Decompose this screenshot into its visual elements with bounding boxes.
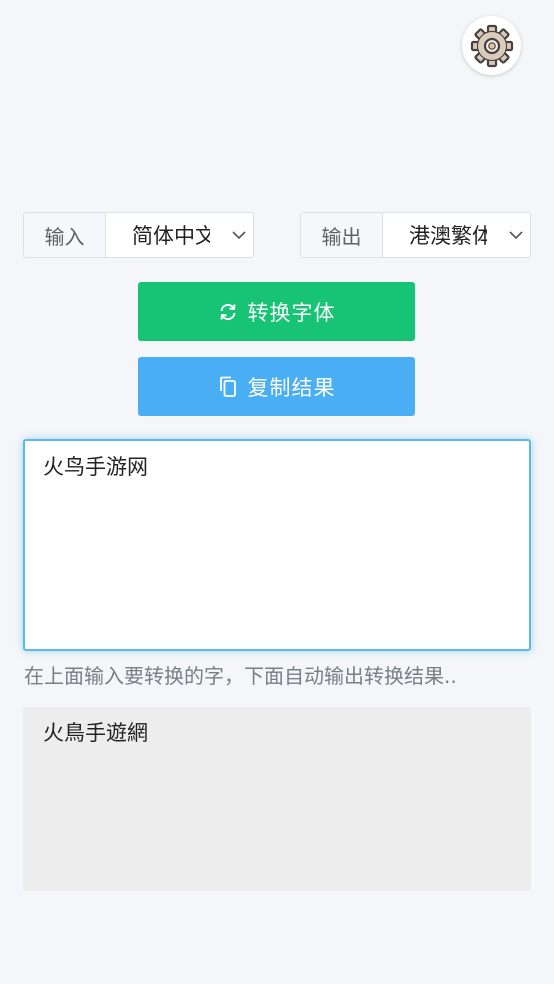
- output-language-value: 港澳繁体: [409, 224, 487, 248]
- convert-button-label: 转换字体: [247, 300, 336, 325]
- input-language-select[interactable]: 简体中文: [106, 213, 253, 257]
- copy-button-label: 复制结果: [247, 375, 336, 400]
- source-text-input[interactable]: 火鸟手游网: [23, 439, 531, 651]
- copy-icon: [219, 376, 236, 397]
- input-language-value: 简体中文: [132, 224, 210, 248]
- hint-text: 在上面输入要转换的字，下面自动输出转换结果..: [24, 664, 457, 688]
- output-language-select[interactable]: 港澳繁体: [383, 213, 530, 257]
- input-label: 输入: [24, 213, 106, 257]
- settings-button[interactable]: [462, 16, 521, 75]
- copy-result-button[interactable]: 复制结果: [138, 357, 415, 416]
- result-text-output[interactable]: 火鳥手遊網: [23, 707, 531, 891]
- output-label: 输出: [301, 213, 383, 257]
- convert-button[interactable]: 转换字体: [138, 282, 415, 341]
- input-language-group: 输入 简体中文: [23, 212, 254, 258]
- refresh-icon: [220, 303, 235, 320]
- chevron-down-icon: [231, 227, 247, 243]
- gear-icon: [470, 24, 513, 67]
- output-language-group: 输出 港澳繁体: [300, 212, 531, 258]
- chevron-down-icon: [508, 227, 524, 243]
